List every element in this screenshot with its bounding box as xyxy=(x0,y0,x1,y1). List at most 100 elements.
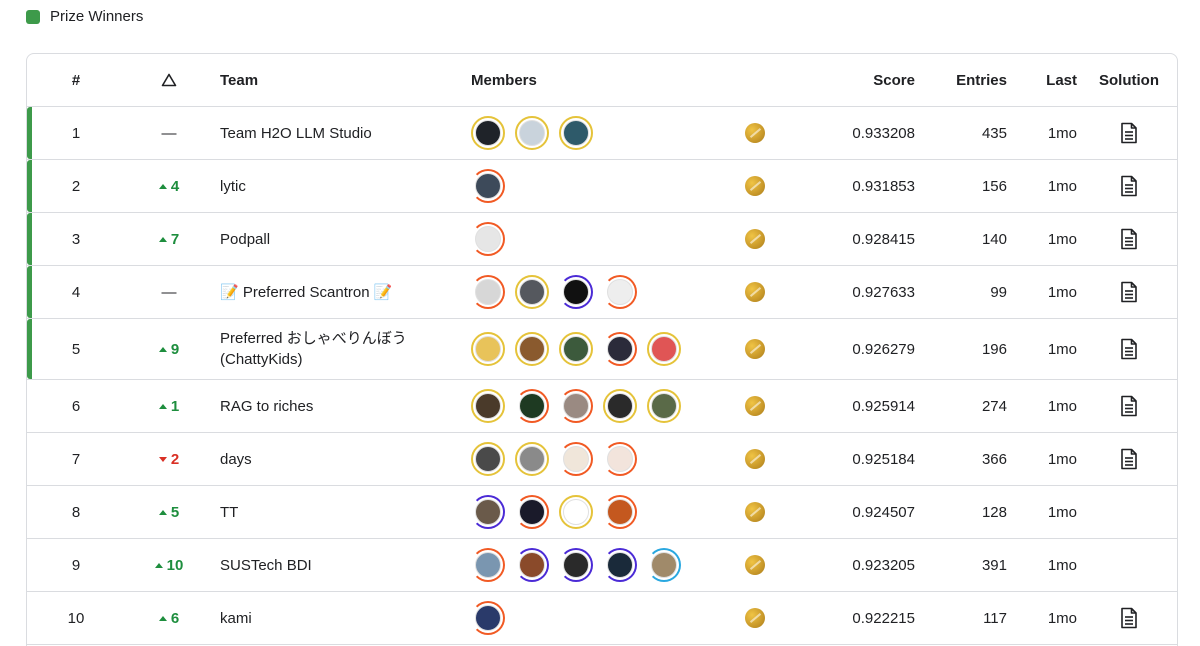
gold-medal-icon xyxy=(745,502,765,522)
team-name[interactable]: Team H2O LLM Studio xyxy=(220,107,460,159)
gold-medal-icon xyxy=(745,229,765,249)
score-cell: 0.928415 xyxy=(852,230,915,248)
avatar[interactable] xyxy=(471,332,505,366)
team-name[interactable]: Preferred おしゃべりんぼう(ChattyKids) xyxy=(220,319,460,379)
avatar[interactable] xyxy=(559,275,593,309)
avatar[interactable] xyxy=(603,548,637,582)
gold-medal-icon xyxy=(745,339,765,359)
medal-cell xyxy=(741,380,769,432)
entries-cell: 128 xyxy=(981,503,1007,521)
avatar[interactable] xyxy=(559,442,593,476)
team-name[interactable]: days xyxy=(220,433,460,485)
avatar[interactable] xyxy=(559,495,593,529)
rank-change: 5 xyxy=(125,486,213,538)
document-icon[interactable] xyxy=(1120,281,1138,303)
avatar[interactable] xyxy=(515,442,549,476)
rank-change: 9 xyxy=(125,319,213,379)
team-name[interactable]: 📝 Preferred Scantron 📝 xyxy=(220,266,460,318)
rank-change: 10 xyxy=(125,539,213,591)
header-rank[interactable]: # xyxy=(27,54,125,106)
team-name[interactable]: kami xyxy=(220,592,460,644)
rank-cell: 9 xyxy=(71,556,81,574)
team-name[interactable]: lytic xyxy=(220,160,460,212)
avatar[interactable] xyxy=(515,332,549,366)
table-row[interactable]: 3 7 Podpall 0.928415 140 1mo xyxy=(27,213,1177,266)
avatar[interactable] xyxy=(471,222,505,256)
arrow-up-icon xyxy=(158,403,167,409)
leaderboard-table: # Team Members Score Entries Last Soluti… xyxy=(26,53,1178,646)
avatar[interactable] xyxy=(603,275,637,309)
arrow-up-icon xyxy=(154,562,163,568)
avatar[interactable] xyxy=(603,442,637,476)
document-icon[interactable] xyxy=(1120,448,1138,470)
header-score[interactable]: Score xyxy=(787,54,915,106)
header-last[interactable]: Last xyxy=(1017,54,1077,106)
avatar[interactable] xyxy=(471,275,505,309)
avatar[interactable] xyxy=(515,116,549,150)
avatar[interactable] xyxy=(515,495,549,529)
team-name[interactable]: SUSTech BDI xyxy=(220,539,460,591)
medal-cell xyxy=(741,539,769,591)
medal-cell xyxy=(741,592,769,644)
avatar[interactable] xyxy=(471,601,505,635)
header-delta[interactable] xyxy=(125,54,213,106)
score-cell: 0.931853 xyxy=(852,177,915,195)
avatar[interactable] xyxy=(559,116,593,150)
solution-cell xyxy=(1089,380,1169,432)
last-submission-cell: 1mo xyxy=(1047,230,1077,248)
table-row[interactable]: 1 — Team H2O LLM Studio 0.933208 435 1mo xyxy=(27,107,1177,160)
avatar[interactable] xyxy=(559,332,593,366)
table-row[interactable]: 7 2 days 0.925184 366 1mo xyxy=(27,433,1177,486)
table-row[interactable]: 4 — 📝 Preferred Scantron 📝 0.927633 99 1mo xyxy=(27,266,1177,319)
document-icon[interactable] xyxy=(1120,175,1138,197)
avatar[interactable] xyxy=(647,389,681,423)
avatar[interactable] xyxy=(471,442,505,476)
avatar[interactable] xyxy=(603,332,637,366)
avatar[interactable] xyxy=(603,389,637,423)
avatar[interactable] xyxy=(471,169,505,203)
document-icon[interactable] xyxy=(1120,607,1138,629)
team-members xyxy=(471,213,731,265)
avatar[interactable] xyxy=(559,389,593,423)
avatar[interactable] xyxy=(515,548,549,582)
rank-change-value: 9 xyxy=(170,340,180,358)
avatar[interactable] xyxy=(515,275,549,309)
avatar[interactable] xyxy=(471,389,505,423)
rank-cell: 4 xyxy=(71,283,81,301)
table-row[interactable]: 6 1 RAG to riches 0.925914 274 1mo xyxy=(27,380,1177,433)
table-row[interactable]: 8 5 TT 0.924507 128 1mo xyxy=(27,486,1177,539)
rank-change-value: 5 xyxy=(170,503,180,521)
avatar[interactable] xyxy=(647,548,681,582)
table-row[interactable]: 5 9 Preferred おしゃべりんぼう(ChattyKids) 0.926279… xyxy=(27,319,1177,380)
last-submission-cell: 1mo xyxy=(1047,340,1077,358)
document-icon[interactable] xyxy=(1120,395,1138,417)
document-icon[interactable] xyxy=(1120,338,1138,360)
avatar[interactable] xyxy=(471,548,505,582)
rank-change: 1 xyxy=(125,380,213,432)
table-row[interactable]: 10 6 kami 0.922215 117 1mo xyxy=(27,592,1177,645)
team-members xyxy=(471,266,731,318)
table-row[interactable]: 9 10 SUSTech BDI 0.923205 391 1mo xyxy=(27,539,1177,592)
gold-medal-icon xyxy=(745,176,765,196)
team-name[interactable]: Podpall xyxy=(220,213,460,265)
rank-change-value: 6 xyxy=(170,609,180,627)
score-cell: 0.924507 xyxy=(852,503,915,521)
avatar[interactable] xyxy=(515,389,549,423)
avatar[interactable] xyxy=(471,116,505,150)
team-name[interactable]: RAG to riches xyxy=(220,380,460,432)
header-team[interactable]: Team xyxy=(220,54,460,106)
rank-cell: 1 xyxy=(71,124,81,142)
avatar[interactable] xyxy=(471,495,505,529)
score-cell: 0.923205 xyxy=(852,556,915,574)
header-entries[interactable]: Entries xyxy=(923,54,1007,106)
rank-change-value: 4 xyxy=(170,177,180,195)
document-icon[interactable] xyxy=(1120,228,1138,250)
table-row[interactable]: 2 4 lytic 0.931853 156 1mo xyxy=(27,160,1177,213)
team-name[interactable]: TT xyxy=(220,486,460,538)
avatar[interactable] xyxy=(647,332,681,366)
avatar[interactable] xyxy=(559,548,593,582)
rank-change-value: — xyxy=(161,283,177,301)
arrow-up-icon xyxy=(158,509,167,515)
avatar[interactable] xyxy=(603,495,637,529)
document-icon[interactable] xyxy=(1120,122,1138,144)
